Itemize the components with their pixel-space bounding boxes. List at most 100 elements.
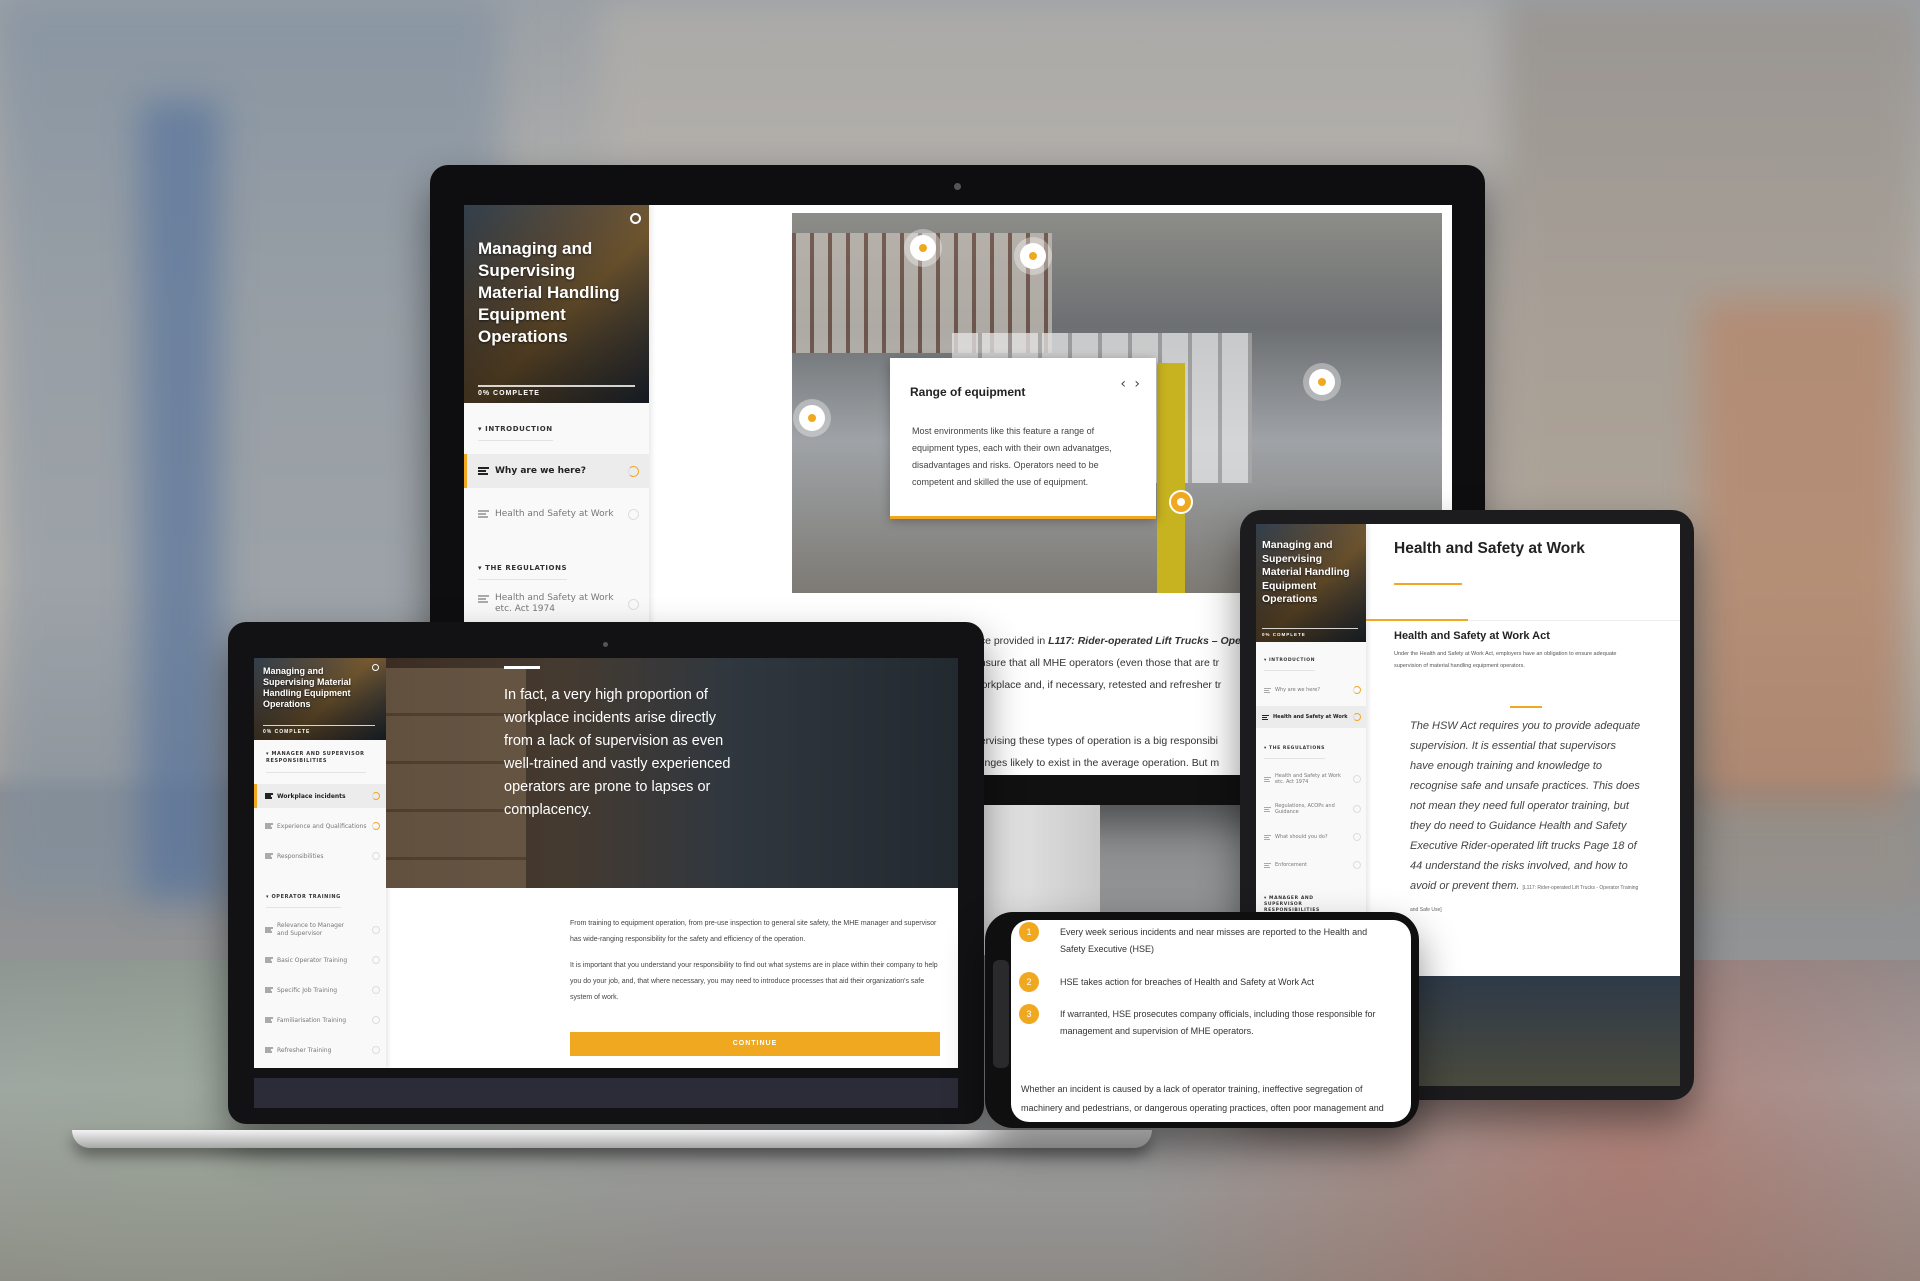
hotspot-card-title: Range of equipment bbox=[910, 385, 1026, 399]
step-text: Every week serious incidents and near mi… bbox=[1060, 927, 1368, 954]
section-header-introduction[interactable]: ▾ INTRODUCTION bbox=[1264, 658, 1316, 671]
lesson-lines-icon bbox=[265, 853, 273, 859]
step-text: If warranted, HSE prosecutes company off… bbox=[1060, 1009, 1376, 1036]
progress-circle-icon bbox=[1353, 861, 1361, 869]
lesson-lines-icon bbox=[1264, 834, 1271, 840]
reading-progress-bar bbox=[1366, 619, 1468, 621]
menu-item-specific-job-training[interactable]: Specific Job Training bbox=[254, 978, 386, 1002]
progress-circle-icon bbox=[372, 792, 380, 800]
menu-item-hsw-act-1974[interactable]: Health and Safety at Work etc. Act 1974 bbox=[1256, 768, 1366, 790]
laptop-bottom-bezel bbox=[254, 1078, 958, 1108]
course-title: Managing and Supervising Material Handli… bbox=[1262, 539, 1350, 605]
laptop-camera bbox=[603, 642, 608, 647]
step-item: 3 If warranted, HSE prosecutes company o… bbox=[1011, 1004, 1411, 1044]
lesson-lines-icon bbox=[478, 467, 489, 475]
progress-circle-icon bbox=[628, 466, 639, 477]
menu-item-refresher-training[interactable]: Refresher Training bbox=[254, 1038, 386, 1062]
menu-item-why-are-we-here[interactable]: Why are we here? bbox=[464, 454, 649, 488]
menu-item-health-and-safety-at-work[interactable]: Health and Safety at Work bbox=[464, 497, 649, 531]
menu-item-familiarisation-training[interactable]: Familiarisation Training bbox=[254, 1008, 386, 1032]
menu-item-enforcement[interactable]: Enforcement bbox=[1256, 854, 1366, 876]
menu-item-why-are-we-here[interactable]: Why are we here? bbox=[1256, 679, 1366, 701]
menu-item-health-and-safety-at-work[interactable]: Health and Safety at Work bbox=[1256, 706, 1366, 728]
progress-circle-icon bbox=[372, 986, 380, 994]
menu-item-experience-qualifications[interactable]: Experience and Qualifications bbox=[254, 814, 386, 838]
progress-bar bbox=[263, 725, 375, 726]
hotspot-marker-active[interactable] bbox=[1169, 490, 1193, 514]
lesson-lines-icon bbox=[1264, 687, 1271, 693]
hotspot-card-body: Most environments like this feature a ra… bbox=[912, 426, 1112, 487]
forklift-mast bbox=[1157, 363, 1185, 593]
course-title: Managing and Supervising Material Handli… bbox=[478, 239, 620, 346]
menu-item-responsibilities[interactable]: Responsibilities bbox=[254, 844, 386, 868]
laptop: Managing and Supervising Material Handli… bbox=[228, 622, 984, 1124]
course-title: Managing and Supervising Material Handli… bbox=[263, 666, 352, 709]
menu-item-workplace-incidents[interactable]: Workplace incidents bbox=[254, 784, 386, 808]
lesson-lines-icon bbox=[478, 510, 489, 518]
tablet-page-title: Health and Safety at Work bbox=[1394, 540, 1585, 557]
hero-quote: In fact, a very high proportion of workp… bbox=[504, 687, 731, 818]
paragraph: It is important that you understand your… bbox=[570, 962, 938, 1001]
laptop-content: From training to equipment operation, fr… bbox=[570, 916, 940, 1056]
step-text: HSE takes action for breaches of Health … bbox=[1060, 977, 1314, 987]
phone: 1 Every week serious incidents and near … bbox=[985, 912, 1419, 1128]
section-header-the-regulations[interactable]: ▾ THE REGULATIONS bbox=[478, 564, 568, 580]
quote-rule bbox=[1510, 706, 1542, 708]
hotspot-marker[interactable] bbox=[1020, 243, 1046, 269]
progress-bar bbox=[478, 385, 635, 387]
lesson-lines-icon bbox=[478, 595, 489, 603]
menu-item-regulations-acops[interactable]: Regulations, ACOPs and Guidance bbox=[1256, 798, 1366, 820]
menu-item-relevance-manager[interactable]: Relevance to Manager and Supervisor bbox=[254, 918, 386, 942]
hero-quote-rule bbox=[504, 666, 540, 669]
section-header-manager-responsibilities[interactable]: ▾ MANAGER AND SUPERVISOR RESPONSIBILITIE… bbox=[266, 751, 366, 773]
lesson-lines-icon bbox=[265, 823, 273, 829]
hotspot-marker[interactable] bbox=[910, 235, 936, 261]
progress-circle-icon bbox=[372, 1016, 380, 1024]
lesson-lines-icon bbox=[1262, 714, 1269, 720]
lesson-lines-icon bbox=[1264, 806, 1271, 812]
progress-bar bbox=[1262, 628, 1358, 629]
progress-circle-icon bbox=[1353, 805, 1361, 813]
search-icon[interactable] bbox=[630, 213, 641, 224]
hotspot-marker[interactable] bbox=[1309, 369, 1335, 395]
prev-arrow-icon[interactable]: ‹ bbox=[1120, 376, 1126, 392]
hotspot-marker[interactable] bbox=[799, 405, 825, 431]
lesson-lines-icon bbox=[265, 1017, 273, 1023]
progress-circle-icon bbox=[1353, 775, 1361, 783]
tablet-quote: The HSW Act requires you to provide adeq… bbox=[1410, 720, 1641, 913]
lesson-lines-icon bbox=[1264, 862, 1271, 868]
progress-label: 0% COMPLETE bbox=[1262, 632, 1306, 637]
phone-screen: 1 Every week serious incidents and near … bbox=[1011, 920, 1411, 1122]
progress-circle-icon bbox=[628, 599, 639, 610]
step-number-badge: 3 bbox=[1019, 1004, 1039, 1024]
section-header-introduction[interactable]: ▾ INTRODUCTION bbox=[478, 425, 553, 441]
menu-item-what-should-you-do[interactable]: What should you do? bbox=[1256, 826, 1366, 848]
section-header-the-regulations[interactable]: ▾ THE REGULATIONS bbox=[1264, 746, 1325, 759]
laptop-hero: In fact, a very high proportion of workp… bbox=[386, 658, 958, 888]
lesson-lines-icon bbox=[265, 957, 273, 963]
lesson-lines-icon bbox=[265, 927, 273, 933]
tablet-section-intro: Under the Health and Safety at Work Act,… bbox=[1394, 651, 1617, 669]
progress-circle-icon bbox=[372, 852, 380, 860]
phone-paragraph: Whether an incident is caused by a lack … bbox=[1021, 1084, 1384, 1113]
lesson-lines-icon bbox=[1264, 776, 1271, 782]
progress-circle-icon bbox=[1353, 686, 1361, 694]
step-number-badge: 2 bbox=[1019, 972, 1039, 992]
progress-label: 0% COMPLETE bbox=[478, 390, 540, 397]
search-icon[interactable] bbox=[372, 664, 379, 671]
hotspot-card: Range of equipment ‹ › Most environments… bbox=[890, 358, 1156, 519]
menu-item-hsw-act-1974[interactable]: Health and Safety at Work etc. Act 1974 bbox=[464, 593, 649, 619]
tablet-section-title: Health and Safety at Work Act bbox=[1394, 630, 1550, 642]
progress-circle-icon bbox=[372, 822, 380, 830]
progress-circle-icon bbox=[628, 509, 639, 520]
menu-item-basic-operator-training[interactable]: Basic Operator Training bbox=[254, 948, 386, 972]
phone-notch bbox=[993, 960, 1009, 1068]
progress-circle-icon bbox=[372, 926, 380, 934]
step-item: 1 Every week serious incidents and near … bbox=[1011, 920, 1411, 960]
lesson-lines-icon bbox=[265, 987, 273, 993]
continue-button[interactable]: CONTINUE bbox=[570, 1032, 940, 1056]
progress-circle-icon bbox=[1353, 713, 1361, 721]
next-arrow-icon[interactable]: › bbox=[1134, 376, 1140, 392]
title-underline bbox=[1394, 583, 1462, 585]
section-header-operator-training[interactable]: ▾ OPERATOR TRAINING bbox=[266, 894, 341, 908]
